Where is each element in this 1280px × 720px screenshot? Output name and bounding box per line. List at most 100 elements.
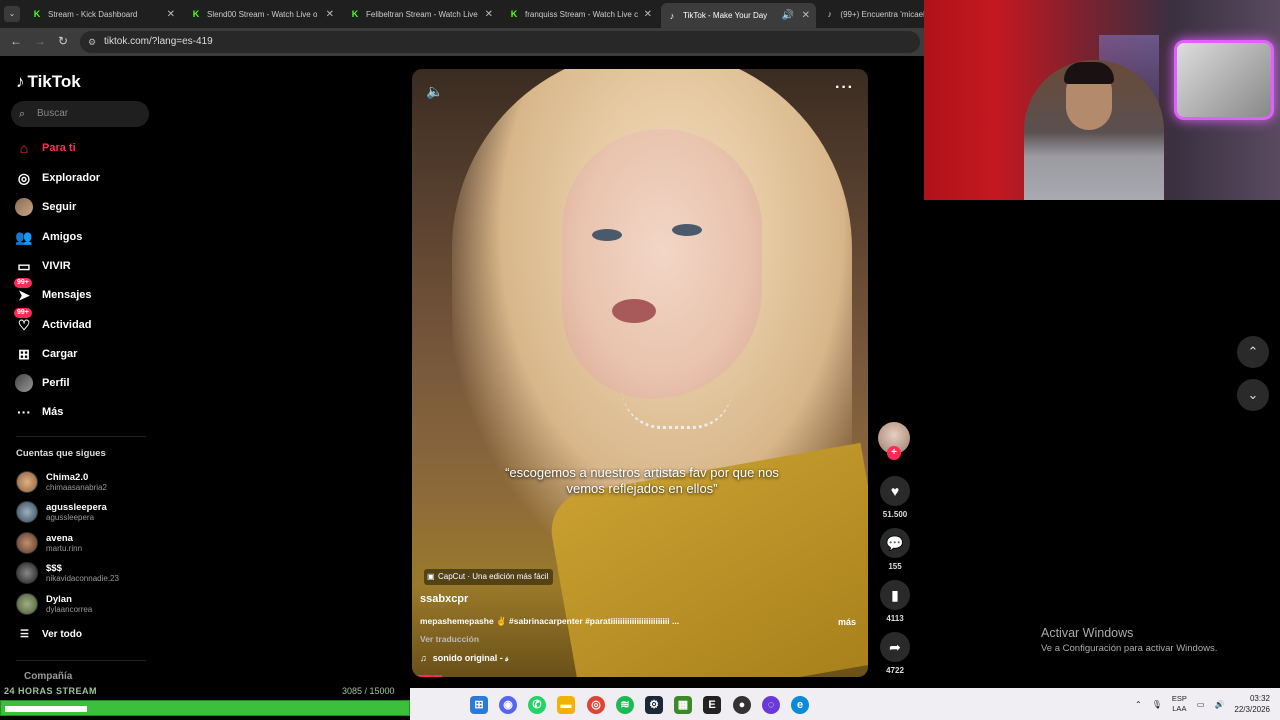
follow-plus-icon[interactable]: + (887, 446, 901, 460)
more-options-icon[interactable]: ··· (835, 79, 854, 97)
tiktok-icon: ♪ (669, 10, 675, 21)
chrome-icon[interactable]: ◎ (587, 696, 605, 714)
followed-account[interactable]: $$$ nikavidaconnadie.23 (16, 560, 119, 586)
following-section-title: Cuentas que sigues (16, 448, 106, 459)
tab-list-menu-button[interactable]: ⌄ (4, 6, 20, 22)
close-icon[interactable]: ✕ (326, 9, 334, 20)
reload-icon[interactable]: ↻ (58, 34, 68, 48)
followed-account[interactable]: agussleepera agussleepera (16, 499, 107, 525)
whatsapp-icon[interactable]: ✆ (528, 696, 546, 714)
microphone-icon[interactable]: 🎙 (1152, 700, 1162, 709)
browser-tab[interactable]: K Felibeltran Stream - Watch Live ✕ (344, 3, 499, 25)
close-icon[interactable]: ✕ (802, 10, 810, 21)
notification-badge: 99+ (14, 308, 32, 318)
divider (16, 436, 146, 437)
app-icon[interactable]: ◌ (762, 696, 780, 714)
epic-games-icon[interactable]: E (703, 696, 721, 714)
followed-account[interactable]: Chima2.0 chimaasanabria2 (16, 469, 107, 495)
nav-item-cargar[interactable]: ⊞ Cargar (14, 343, 77, 365)
video-progress-bar[interactable] (412, 675, 442, 677)
nav-item-explorador[interactable]: ◎ Explorador (14, 167, 100, 189)
stream-goal-overlay: 24 HORAS STREAM 3085 / 15000 (0, 686, 410, 700)
steam-icon[interactable]: ⚙ (645, 696, 663, 714)
speaker-icon[interactable]: 🔊 (782, 10, 794, 21)
browser-tab-active[interactable]: ♪ TikTok - Make Your Day 🔊 ✕ (661, 3, 816, 28)
see-all-button[interactable]: ☰ Ver todo (20, 629, 82, 640)
activity-icon: ♡ 99+ (14, 308, 34, 335)
account-name: agussleepera (46, 501, 107, 513)
search-icon: ⌕ (19, 108, 26, 120)
nav-item-seguir[interactable]: Seguir (14, 196, 76, 218)
browser-tab[interactable]: K Stream - Kick Dashboard ✕ (26, 3, 181, 25)
chevron-up-icon[interactable]: ⌃ (1135, 700, 1142, 709)
stream-goal-count: 3085 / 15000 (342, 686, 395, 696)
live-tv-icon: ▭ (17, 257, 31, 274)
windows-start-icon[interactable]: ⊞ (470, 696, 488, 714)
close-icon[interactable]: ✕ (167, 9, 175, 20)
previous-video-button[interactable]: ⌃ (1237, 336, 1269, 368)
video-description: mepashemepashe ✌ #sabrinacarpenter #para… (420, 616, 680, 626)
bookmark-icon: ▮ (880, 580, 910, 610)
video-frame-eye (592, 229, 622, 241)
close-icon[interactable]: ✕ (485, 9, 493, 20)
spotify-icon[interactable]: ≋ (616, 696, 634, 714)
obs-icon[interactable]: ● (733, 696, 751, 714)
nav-item-amigos[interactable]: 👥 Amigos (14, 226, 82, 248)
music-note-icon: ♫ (420, 653, 427, 663)
forward-arrow-icon[interactable]: → (34, 34, 46, 48)
file-explorer-icon[interactable]: ▬ (557, 696, 575, 714)
kick-icon: K (510, 9, 518, 19)
share-count: 4722 (886, 666, 904, 675)
nav-label: Perfil (42, 377, 70, 389)
back-arrow-icon[interactable]: ← (10, 34, 22, 48)
video-author[interactable]: ssabxcpr (420, 593, 468, 605)
next-video-button[interactable]: ⌄ (1237, 379, 1269, 411)
video-player[interactable]: 🔈 ··· “escogemos a nuestros artistas fav… (412, 69, 868, 677)
save-button[interactable]: ▮ 4113 (878, 580, 912, 623)
nav-item-mas[interactable]: ··· Más (14, 401, 63, 423)
nav-item-mensajes[interactable]: ➤ 99+ Mensajes (14, 278, 92, 306)
account-username: nikavidaconnadie.23 (46, 573, 119, 583)
volume-icon[interactable]: 🔊 (1214, 700, 1224, 709)
edge-icon[interactable]: e (791, 696, 809, 714)
browser-tab[interactable]: K franquiss Stream - Watch Live c ✕ (503, 3, 658, 25)
description-more-button[interactable]: más (838, 617, 856, 627)
browser-tab[interactable]: K Slend00 Stream - Watch Live o ✕ (185, 3, 340, 25)
close-icon[interactable]: ✕ (644, 9, 652, 20)
capcut-label: CapCut · Una edición más fácil (438, 572, 549, 581)
volume-icon[interactable]: 🔈 (426, 83, 443, 100)
nav-item-actividad[interactable]: ♡ 99+ Actividad (14, 308, 92, 336)
tiktok-note-icon: ♪ (16, 72, 25, 91)
browser-tab[interactable]: ♪ (99+) Encuentra 'micaela (819, 3, 924, 25)
display-icon[interactable]: ▭ (1197, 700, 1205, 709)
minecraft-icon[interactable]: ▦ (674, 696, 692, 714)
discord-icon[interactable]: ◉ (499, 696, 517, 714)
search-placeholder: Buscar (37, 108, 69, 119)
comment-button[interactable]: 💬 155 (878, 528, 912, 571)
like-button[interactable]: ♥ 51.500 (878, 476, 912, 519)
followed-account[interactable]: Dylan dylaancorrea (16, 591, 92, 617)
site-info-icon[interactable]: ⚙ (88, 31, 96, 53)
share-button[interactable]: ➦ 4722 (878, 632, 912, 675)
followed-account[interactable]: avena martu.rinn (16, 530, 82, 556)
url-field[interactable]: ⚙ tiktok.com/?lang=es-419 (80, 31, 920, 53)
stream-goal-progress (0, 700, 410, 716)
nav-item-perfil[interactable]: Perfil (14, 372, 70, 394)
tiktok-logo[interactable]: ♪ TikTok (16, 72, 81, 92)
see-translation-button[interactable]: Ver traducción (420, 634, 479, 644)
company-link[interactable]: Compañía (24, 671, 72, 682)
messages-icon: ➤ 99+ (14, 278, 34, 305)
avatar (16, 593, 38, 615)
language-indicator[interactable]: ESP LAA (1172, 694, 1187, 714)
search-input[interactable]: ⌕ Buscar (11, 101, 149, 127)
nav-item-vivir[interactable]: ▭ VIVIR (14, 255, 70, 277)
stream-goal-label: 24 HORAS STREAM (4, 686, 98, 696)
clock[interactable]: 03:32 22/3/2026 (1234, 693, 1270, 715)
activation-title: Activar Windows (1041, 626, 1134, 640)
account-name: Chima2.0 (46, 471, 89, 483)
account-username: agussleepera (46, 512, 95, 522)
music-link[interactable]: ♫ sonido original - 𝓈 (420, 653, 509, 664)
account-username: dylaancorrea (46, 604, 93, 614)
nav-item-para-ti[interactable]: ⌂ Para ti (14, 137, 76, 159)
capcut-tag[interactable]: ▣ CapCut · Una edición más fácil (424, 569, 554, 585)
